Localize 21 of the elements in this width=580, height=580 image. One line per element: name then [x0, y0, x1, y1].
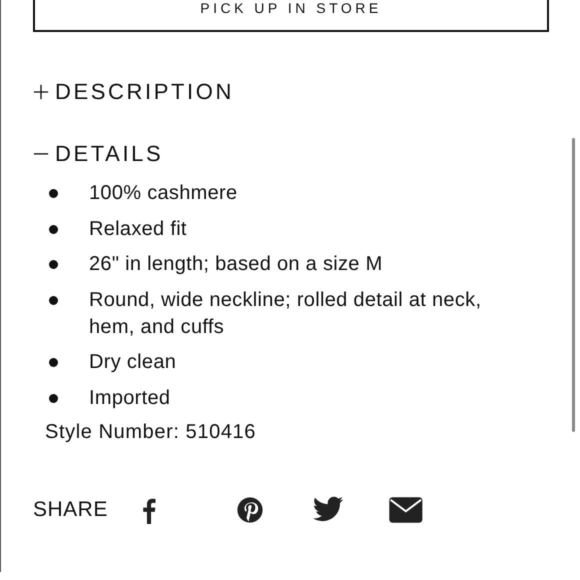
- bullet-icon: [49, 260, 58, 269]
- envelope-icon[interactable]: [388, 496, 424, 524]
- detail-item: Round, wide neckline; rolled detail at neck, hem, and cuffs: [89, 288, 482, 340]
- detail-item: Relaxed fit: [89, 216, 187, 242]
- detail-item: 26" in length; based on a size M: [89, 252, 383, 277]
- bullet-icon: [49, 189, 58, 198]
- bullet-icon: [49, 394, 58, 402]
- share-label: SHARE: [33, 498, 109, 522]
- detail-item: Dry clean: [89, 350, 176, 375]
- bullet-icon: [49, 296, 58, 304]
- section-header[interactable]: DESCRIPTION: [33, 79, 234, 105]
- bullet-icon: [49, 358, 58, 367]
- bullet-icon: [49, 224, 58, 234]
- scroll-bar[interactable]: [572, 138, 575, 432]
- style-number: Style Number: 510416: [45, 420, 258, 444]
- bird-icon[interactable]: [312, 496, 344, 524]
- pinterest-icon[interactable]: [236, 496, 264, 524]
- detail-item: 100% cashmere: [89, 181, 238, 206]
- section-header[interactable]: DETAILS: [33, 141, 164, 167]
- detail-item: Imported: [89, 386, 170, 410]
- pick-up-in-store-button[interactable]: PICK UP IN STORE: [33, 0, 549, 32]
